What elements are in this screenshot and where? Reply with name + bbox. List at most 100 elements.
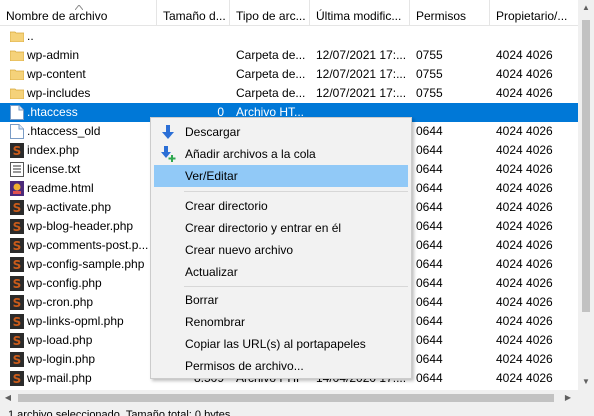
svg-text:S: S xyxy=(13,296,22,310)
file-permissions xyxy=(416,27,486,46)
file-owner: 4024 4026 xyxy=(496,67,553,81)
file-name: .htaccess xyxy=(27,105,78,119)
file-name: license.txt xyxy=(27,162,81,176)
folder-icon xyxy=(10,48,24,63)
scroll-down-icon[interactable]: ▼ xyxy=(578,374,594,390)
horizontal-scroll-thumb[interactable] xyxy=(18,394,554,402)
file-name: wp-admin xyxy=(27,48,80,62)
menu-separator xyxy=(184,191,408,192)
menu-item-label: Permisos de archivo... xyxy=(185,359,304,373)
file-permissions: 0755 xyxy=(416,86,443,100)
php-file-icon: S xyxy=(10,314,24,329)
scroll-left-icon[interactable]: ◀ xyxy=(0,390,16,406)
php-file-icon: S xyxy=(10,333,24,348)
svg-text:S: S xyxy=(13,239,22,253)
menu-item-create-directory-enter[interactable]: Crear directorio y entrar en él xyxy=(154,217,408,239)
column-header-type[interactable]: Tipo de arc... xyxy=(230,0,310,26)
php-file-icon: S xyxy=(10,371,24,386)
scroll-up-icon[interactable]: ▲ xyxy=(578,0,594,16)
file-name: wp-comments-post.p... xyxy=(27,238,149,252)
file-size xyxy=(160,27,224,46)
file-owner: 4024 4026 xyxy=(496,124,553,138)
file-icon xyxy=(10,105,24,120)
menu-item-file-permissions[interactable]: Permisos de archivo... xyxy=(154,355,408,377)
file-permissions: 0644 xyxy=(416,238,443,252)
menu-item-label: Descargar xyxy=(185,125,241,139)
menu-item-create-file[interactable]: Crear nuevo archivo xyxy=(154,239,408,261)
file-owner: 4024 4026 xyxy=(496,352,553,366)
menu-item-label: Crear directorio y entrar en él xyxy=(185,221,342,235)
file-owner: 4024 4026 xyxy=(496,200,553,214)
column-header-owner[interactable]: Propietario/... xyxy=(490,0,578,26)
file-name: wp-blog-header.php xyxy=(27,219,134,233)
svg-text:S: S xyxy=(13,353,22,367)
menu-item-view-edit[interactable]: Ver/Editar xyxy=(154,165,408,187)
php-file-icon: S xyxy=(10,295,24,310)
file-permissions xyxy=(416,103,486,122)
column-header-permissions[interactable]: Permisos xyxy=(410,0,490,26)
file-row[interactable]: wp-admin Carpeta de... 12/07/2021 17:... 07… xyxy=(0,46,578,65)
file-name: wp-config.php xyxy=(27,276,102,290)
menu-item-label: Actualizar xyxy=(185,265,238,279)
menu-item-label: Renombrar xyxy=(185,315,246,329)
php-file-icon: S xyxy=(10,276,24,291)
file-row[interactable]: wp-content Carpeta de... 12/07/2021 17:...… xyxy=(0,65,578,84)
context-menu: Descargar Añadir archivos a la cola Ver/… xyxy=(150,117,412,379)
file-owner: 4024 4026 xyxy=(496,257,553,271)
file-owner: 4024 4026 xyxy=(496,371,553,385)
file-owner: 4024 4026 xyxy=(496,48,553,62)
menu-item-label: Añadir archivos a la cola xyxy=(185,147,316,161)
column-header-size[interactable]: Tamaño d... xyxy=(157,0,230,26)
folder-icon xyxy=(10,67,24,82)
svg-text:S: S xyxy=(13,315,22,329)
text-file-icon xyxy=(10,162,24,177)
file-permissions: 0644 xyxy=(416,333,443,347)
menu-item-rename[interactable]: Renombrar xyxy=(154,311,408,333)
folder-icon xyxy=(10,29,24,44)
php-file-icon: S xyxy=(10,219,24,234)
file-type: Carpeta de... xyxy=(236,67,306,81)
menu-item-label: Copiar las URL(s) al portapapeles xyxy=(185,337,366,351)
menu-item-label: Crear directorio xyxy=(185,199,268,213)
vertical-scroll-thumb[interactable] xyxy=(582,20,590,312)
menu-item-copy-urls[interactable]: Copiar las URL(s) al portapapeles xyxy=(154,333,408,355)
php-file-icon: S xyxy=(10,352,24,367)
file-size xyxy=(160,65,224,84)
file-owner: 4024 4026 xyxy=(496,333,553,347)
file-permissions: 0644 xyxy=(416,257,443,271)
file-owner: 4024 4026 xyxy=(496,238,553,252)
file-owner: 4024 4026 xyxy=(496,314,553,328)
menu-item-label: Ver/Editar xyxy=(185,169,238,183)
scroll-right-icon[interactable]: ▶ xyxy=(560,390,576,406)
file-size xyxy=(160,46,224,65)
menu-item-download[interactable]: Descargar xyxy=(154,121,408,143)
file-name: wp-load.php xyxy=(27,333,93,347)
menu-item-delete[interactable]: Borrar xyxy=(154,289,408,311)
file-permissions: 0755 xyxy=(416,48,443,62)
file-permissions: 0644 xyxy=(416,124,443,138)
php-file-icon: S xyxy=(10,143,24,158)
download-arrow-icon xyxy=(162,125,174,139)
menu-item-create-directory[interactable]: Crear directorio xyxy=(154,195,408,217)
column-header-date[interactable]: Última modific... xyxy=(310,0,410,26)
file-name: readme.html xyxy=(27,181,94,195)
menu-item-label: Borrar xyxy=(185,293,219,307)
file-permissions: 0644 xyxy=(416,219,443,233)
file-permissions: 0644 xyxy=(416,371,443,385)
file-row[interactable]: .. xyxy=(0,27,578,46)
file-name: wp-login.php xyxy=(27,352,96,366)
vertical-scrollbar[interactable]: ▲ ▼ xyxy=(578,0,594,406)
menu-item-refresh[interactable]: Actualizar xyxy=(154,261,408,283)
file-name: index.php xyxy=(27,143,80,157)
file-row[interactable]: wp-includes Carpeta de... 12/07/2021 17:..… xyxy=(0,84,578,103)
file-name: wp-links-opml.php xyxy=(27,314,124,328)
html-file-icon xyxy=(10,181,24,196)
php-file-icon: S xyxy=(10,257,24,272)
file-icon xyxy=(10,124,24,139)
horizontal-scrollbar[interactable]: ◀ ▶ xyxy=(0,390,578,406)
column-header-name[interactable]: Nombre de archivo xyxy=(0,0,157,26)
file-name: wp-includes xyxy=(27,86,91,100)
file-name: wp-mail.php xyxy=(27,371,92,385)
menu-item-add-to-queue[interactable]: Añadir archivos a la cola xyxy=(154,143,408,165)
file-permissions: 0644 xyxy=(416,181,443,195)
